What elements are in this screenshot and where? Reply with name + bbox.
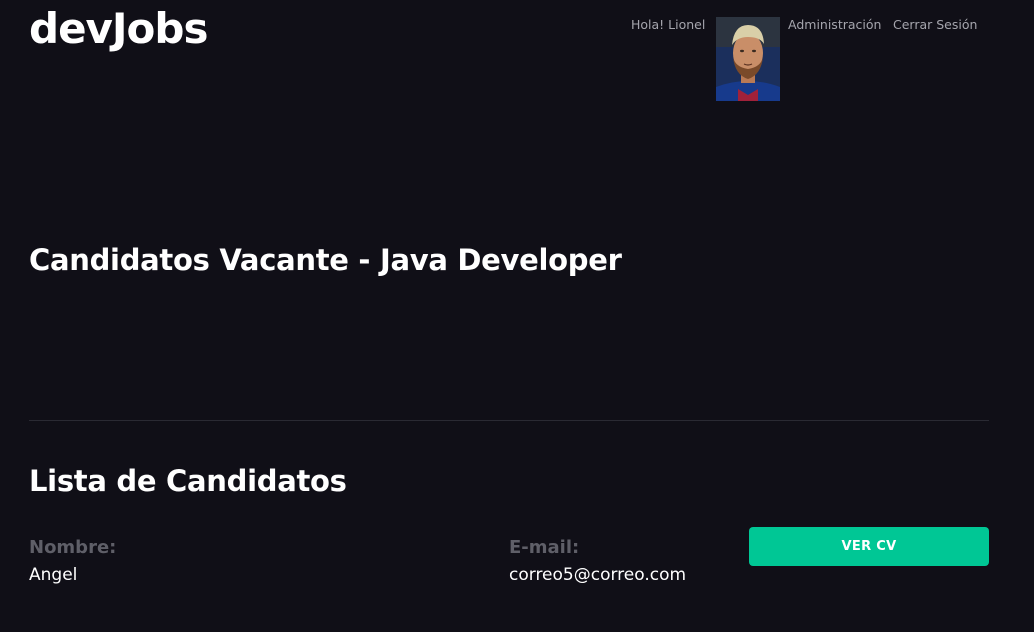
logout-link[interactable]: Cerrar Sesión <box>893 17 977 33</box>
candidate-email: correo5@correo.com <box>509 565 687 585</box>
email-label: E-mail: <box>509 537 580 558</box>
candidate-name: Angel <box>29 565 78 585</box>
user-avatar <box>716 17 780 101</box>
page: devJobs Hola! Lionel Administración Cerr… <box>0 0 1034 632</box>
admin-link[interactable]: Administración <box>788 17 881 33</box>
view-cv-button[interactable]: VER CV <box>749 527 989 566</box>
user-greeting: Hola! Lionel <box>631 17 706 32</box>
logo[interactable]: devJobs <box>29 4 208 54</box>
section-divider <box>29 420 989 421</box>
candidates-section-title: Lista de Candidatos <box>29 464 347 498</box>
name-label: Nombre: <box>29 537 117 558</box>
page-title: Candidatos Vacante - Java Developer <box>29 243 622 277</box>
